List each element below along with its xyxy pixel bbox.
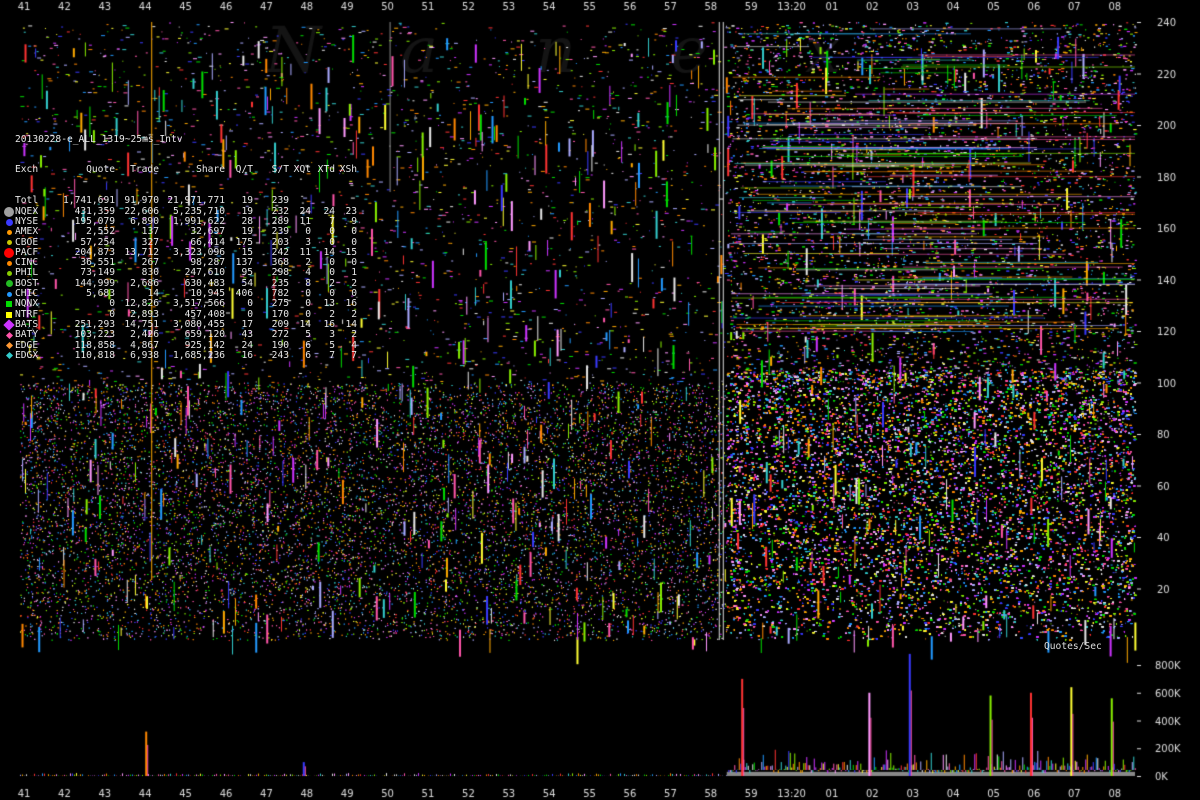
- cell-xqt: 6: [305, 349, 311, 361]
- cell-exch: EDGX: [15, 349, 39, 361]
- header-exch: Exch: [15, 164, 39, 176]
- cell-xsh: 7: [351, 349, 357, 361]
- exchange-marker-icon: [3, 291, 15, 297]
- stats-row-bost: BOST 144,999 2,686 630,483 54 235 8 2 2: [3, 278, 357, 289]
- stats-row-cinc: CINC 36,551 267 98,287 137 368 2 0 0: [3, 257, 357, 268]
- exchange-marker-icon: [3, 206, 15, 217]
- header-quote: Quote: [86, 164, 115, 176]
- cell-share: 659,120: [184, 329, 225, 341]
- cell-quote: 110,818: [74, 349, 115, 361]
- exchange-marker-icon: [3, 280, 15, 288]
- exchange-marker-icon: [3, 311, 15, 318]
- exchange-marker-icon: [3, 260, 15, 266]
- cell-quote: 5,683: [86, 288, 115, 300]
- exchange-marker-icon: [3, 248, 15, 258]
- exchange-marker-icon: [3, 331, 15, 339]
- header-share: Share: [196, 164, 225, 176]
- stats-row-pacf: PACF 204,873 13,712 3,323,096 15 242 11 14 15: [3, 247, 357, 258]
- header-trade: Trade: [130, 164, 159, 176]
- stats-row-edgx: EDGX 110,818 6,938 1,685,236 16 243 6 7 7: [3, 349, 357, 361]
- cell-xsh: 2: [351, 329, 357, 341]
- stats-title-row: 20130228-e_ALL_1319~25ms_Intv: [3, 133, 357, 145]
- stats-row-amex: AMEX 2,552 137 32,697 19 239 0 0 0: [3, 226, 357, 237]
- exchange-marker-icon: [3, 218, 15, 226]
- cell-share: 1,685,236: [173, 349, 225, 361]
- cell-xqt: 5: [305, 329, 311, 341]
- header-xqt: XQt: [293, 164, 311, 176]
- cell-exch: BATY: [15, 329, 39, 341]
- cell-qt: 43: [241, 329, 253, 341]
- exchange-stats-table: 20130228-e_ALL_1319~25ms_Intv Exch Quote…: [3, 114, 357, 371]
- cell-trade: 2,426: [130, 329, 159, 341]
- exchange-marker-icon: [3, 229, 15, 235]
- cell-st: 243: [271, 349, 289, 361]
- stats-header-row: Exch Quote Trade Share Q/T S/T XQt XTd X…: [3, 164, 357, 176]
- header-qt: Q/T: [235, 164, 253, 176]
- stats-row-baty: BATY 103,223 2,426 659,120 43 272 5 3 2: [3, 329, 357, 341]
- stats-title: 20130228-e_ALL_1319~25ms_Intv: [15, 133, 183, 145]
- cell-qt: 16: [241, 349, 253, 361]
- cell-st: 272: [271, 329, 289, 341]
- exchange-marker-icon: [3, 319, 15, 331]
- exchange-marker-icon: [3, 301, 15, 308]
- quotes-per-sec-label: Quotes/Sec: [1044, 641, 1102, 652]
- header-st: S/T: [271, 164, 289, 176]
- header-xtd: XTd: [317, 164, 335, 176]
- stats-row-phil: PHIL 73,149 830 247,610 95 298 4 0 1: [3, 268, 357, 278]
- stats-row-nqnx: NQNX 0 12,826 3,517,566 0 275 0 13 16: [3, 299, 357, 309]
- exchange-marker-icon: [3, 352, 15, 360]
- exchange-marker-icon: [3, 342, 15, 350]
- cell-trade: 6,938: [130, 349, 159, 361]
- cell-quote: 103,223: [74, 329, 115, 341]
- stats-row-bats: BATS 251,293 14,751 3,080,455 17 209 14 16 14: [3, 319, 357, 331]
- exchange-marker-icon: [3, 271, 15, 277]
- cell-xtd: 7: [329, 349, 335, 361]
- header-xsh: XSh: [339, 164, 357, 176]
- exchange-marker-icon: [3, 240, 15, 246]
- stats-row-nyse: NYSE 195,079 6,890 1,991,622 28 289 11 7 9: [3, 216, 357, 227]
- cell-xtd: 3: [329, 329, 335, 341]
- cell-quote: 0: [109, 298, 115, 310]
